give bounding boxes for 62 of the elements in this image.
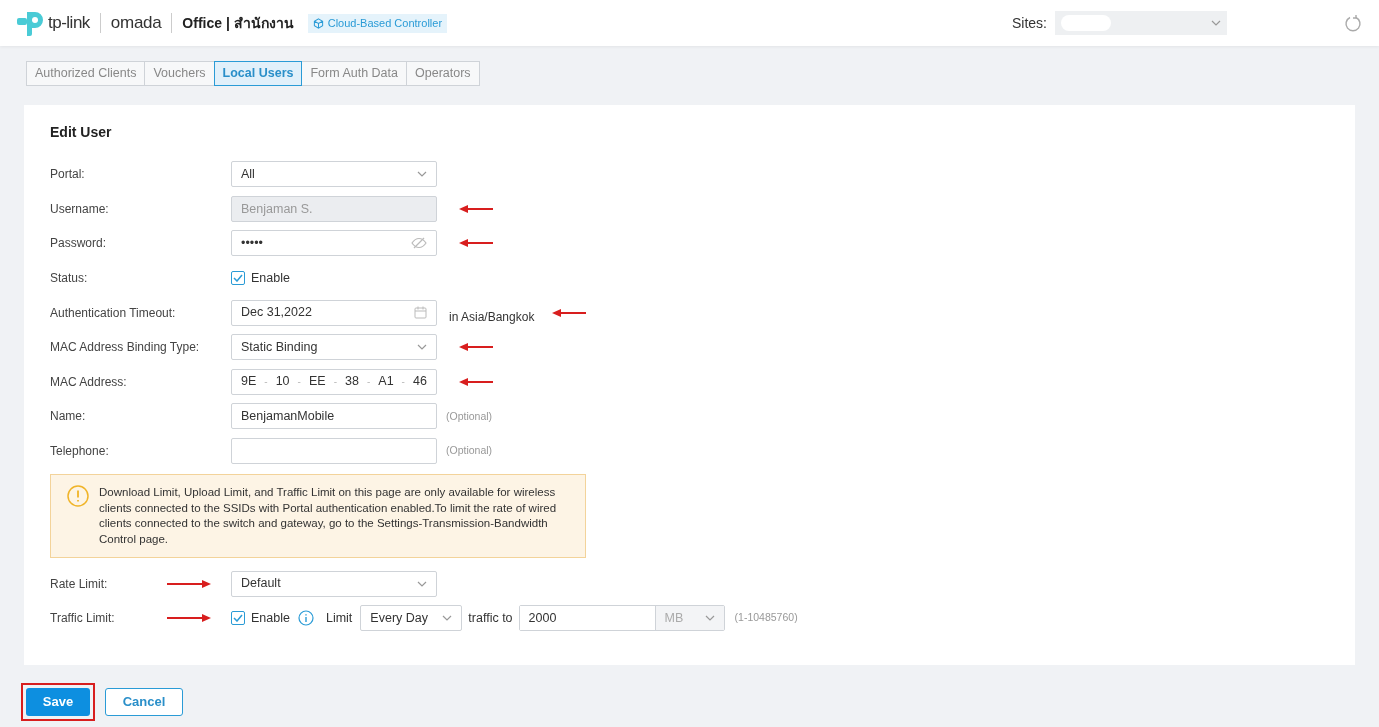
logo-icon <box>17 10 45 36</box>
timezone-label: in Asia/Bangkok <box>449 308 535 326</box>
mac-octet: A1 <box>378 373 394 391</box>
calendar-icon[interactable] <box>414 306 427 320</box>
field-label: Portal: <box>50 166 85 184</box>
text-field[interactable]: BenjamanMobile <box>231 403 437 430</box>
chevron-down-icon <box>417 171 427 178</box>
controller-badge: Cloud-Based Controller <box>307 13 448 33</box>
refresh-icon[interactable] <box>1344 14 1362 32</box>
optional-hint: (Optional) <box>446 408 493 424</box>
field-label: Username: <box>50 200 109 218</box>
field-label: Traffic Limit: <box>50 610 115 628</box>
chevron-down-icon <box>704 615 715 622</box>
traffic-amount-field[interactable]: 2000 <box>519 606 656 631</box>
notice-text: Download Limit, Upload Limit, and Traffic Limit on this page are only available for wireless clients connected to the SSIDs with Portal authentication enabled.To limit the rate of wired clients connected to the switch and gateway, go to the Settings-Transmission-Bandwidth Control page. <box>99 485 558 547</box>
field-label: Name: <box>50 408 86 426</box>
password-field[interactable]: ••••• <box>231 230 437 257</box>
chevron-down-icon <box>417 580 427 587</box>
limit-label: Limit <box>325 609 353 627</box>
checkbox-label: Enable <box>251 269 290 287</box>
text-field[interactable] <box>231 438 437 465</box>
site-title: Office | สำนักงาน <box>182 13 294 33</box>
period-dropdown[interactable]: Every Day <box>360 605 463 632</box>
separator: - <box>366 375 371 390</box>
dropdown[interactable]: Default <box>231 570 437 597</box>
field-label: Telephone: <box>50 443 109 461</box>
info-icon[interactable] <box>297 610 314 627</box>
cancel-button[interactable]: Cancel <box>105 688 183 716</box>
separator: - <box>297 375 301 390</box>
eye-slash-icon[interactable] <box>411 237 427 250</box>
form-title: Edit User <box>50 123 113 142</box>
mac-address-field[interactable]: 9E - 10 - EE - 38 - A1 - 46 <box>231 368 437 395</box>
chevron-down-icon <box>1211 20 1221 26</box>
chevron-down-icon <box>442 615 453 622</box>
chevron-down-icon <box>417 344 427 351</box>
mac-octet: 46 <box>412 373 427 391</box>
separator: - <box>333 375 337 390</box>
dropdown[interactable]: All <box>231 161 437 188</box>
separator: - <box>264 375 268 390</box>
field-label: MAC Address Binding Type: <box>50 339 200 357</box>
optional-hint: (Optional) <box>446 443 493 459</box>
mac-octet: 10 <box>275 373 290 391</box>
brand-name: tp-link <box>48 12 90 35</box>
checkbox[interactable] <box>231 611 245 626</box>
mac-octet: 9E <box>241 373 257 391</box>
field-label: Authentication Timeout: <box>50 304 176 322</box>
field-label: Password: <box>50 235 107 253</box>
field-label: Status: <box>50 270 88 288</box>
traffic-to-label: traffic to <box>468 609 513 627</box>
separator: - <box>401 375 405 390</box>
checkbox[interactable] <box>231 271 245 286</box>
warning-icon <box>67 485 89 508</box>
mac-octet: EE <box>308 373 326 391</box>
field-label: MAC Address: <box>50 373 127 391</box>
field-label: Rate Limit: <box>50 575 108 593</box>
date-field[interactable]: Dec 31,2022 <box>231 299 437 326</box>
range-hint: (1-10485760) <box>734 610 798 626</box>
dropdown[interactable]: Static Binding <box>231 334 437 361</box>
sites-label: Sites: <box>1012 13 1047 33</box>
checkbox-label: Enable <box>251 609 290 627</box>
mac-octet: 38 <box>345 373 359 391</box>
product-name: omada <box>110 12 162 35</box>
